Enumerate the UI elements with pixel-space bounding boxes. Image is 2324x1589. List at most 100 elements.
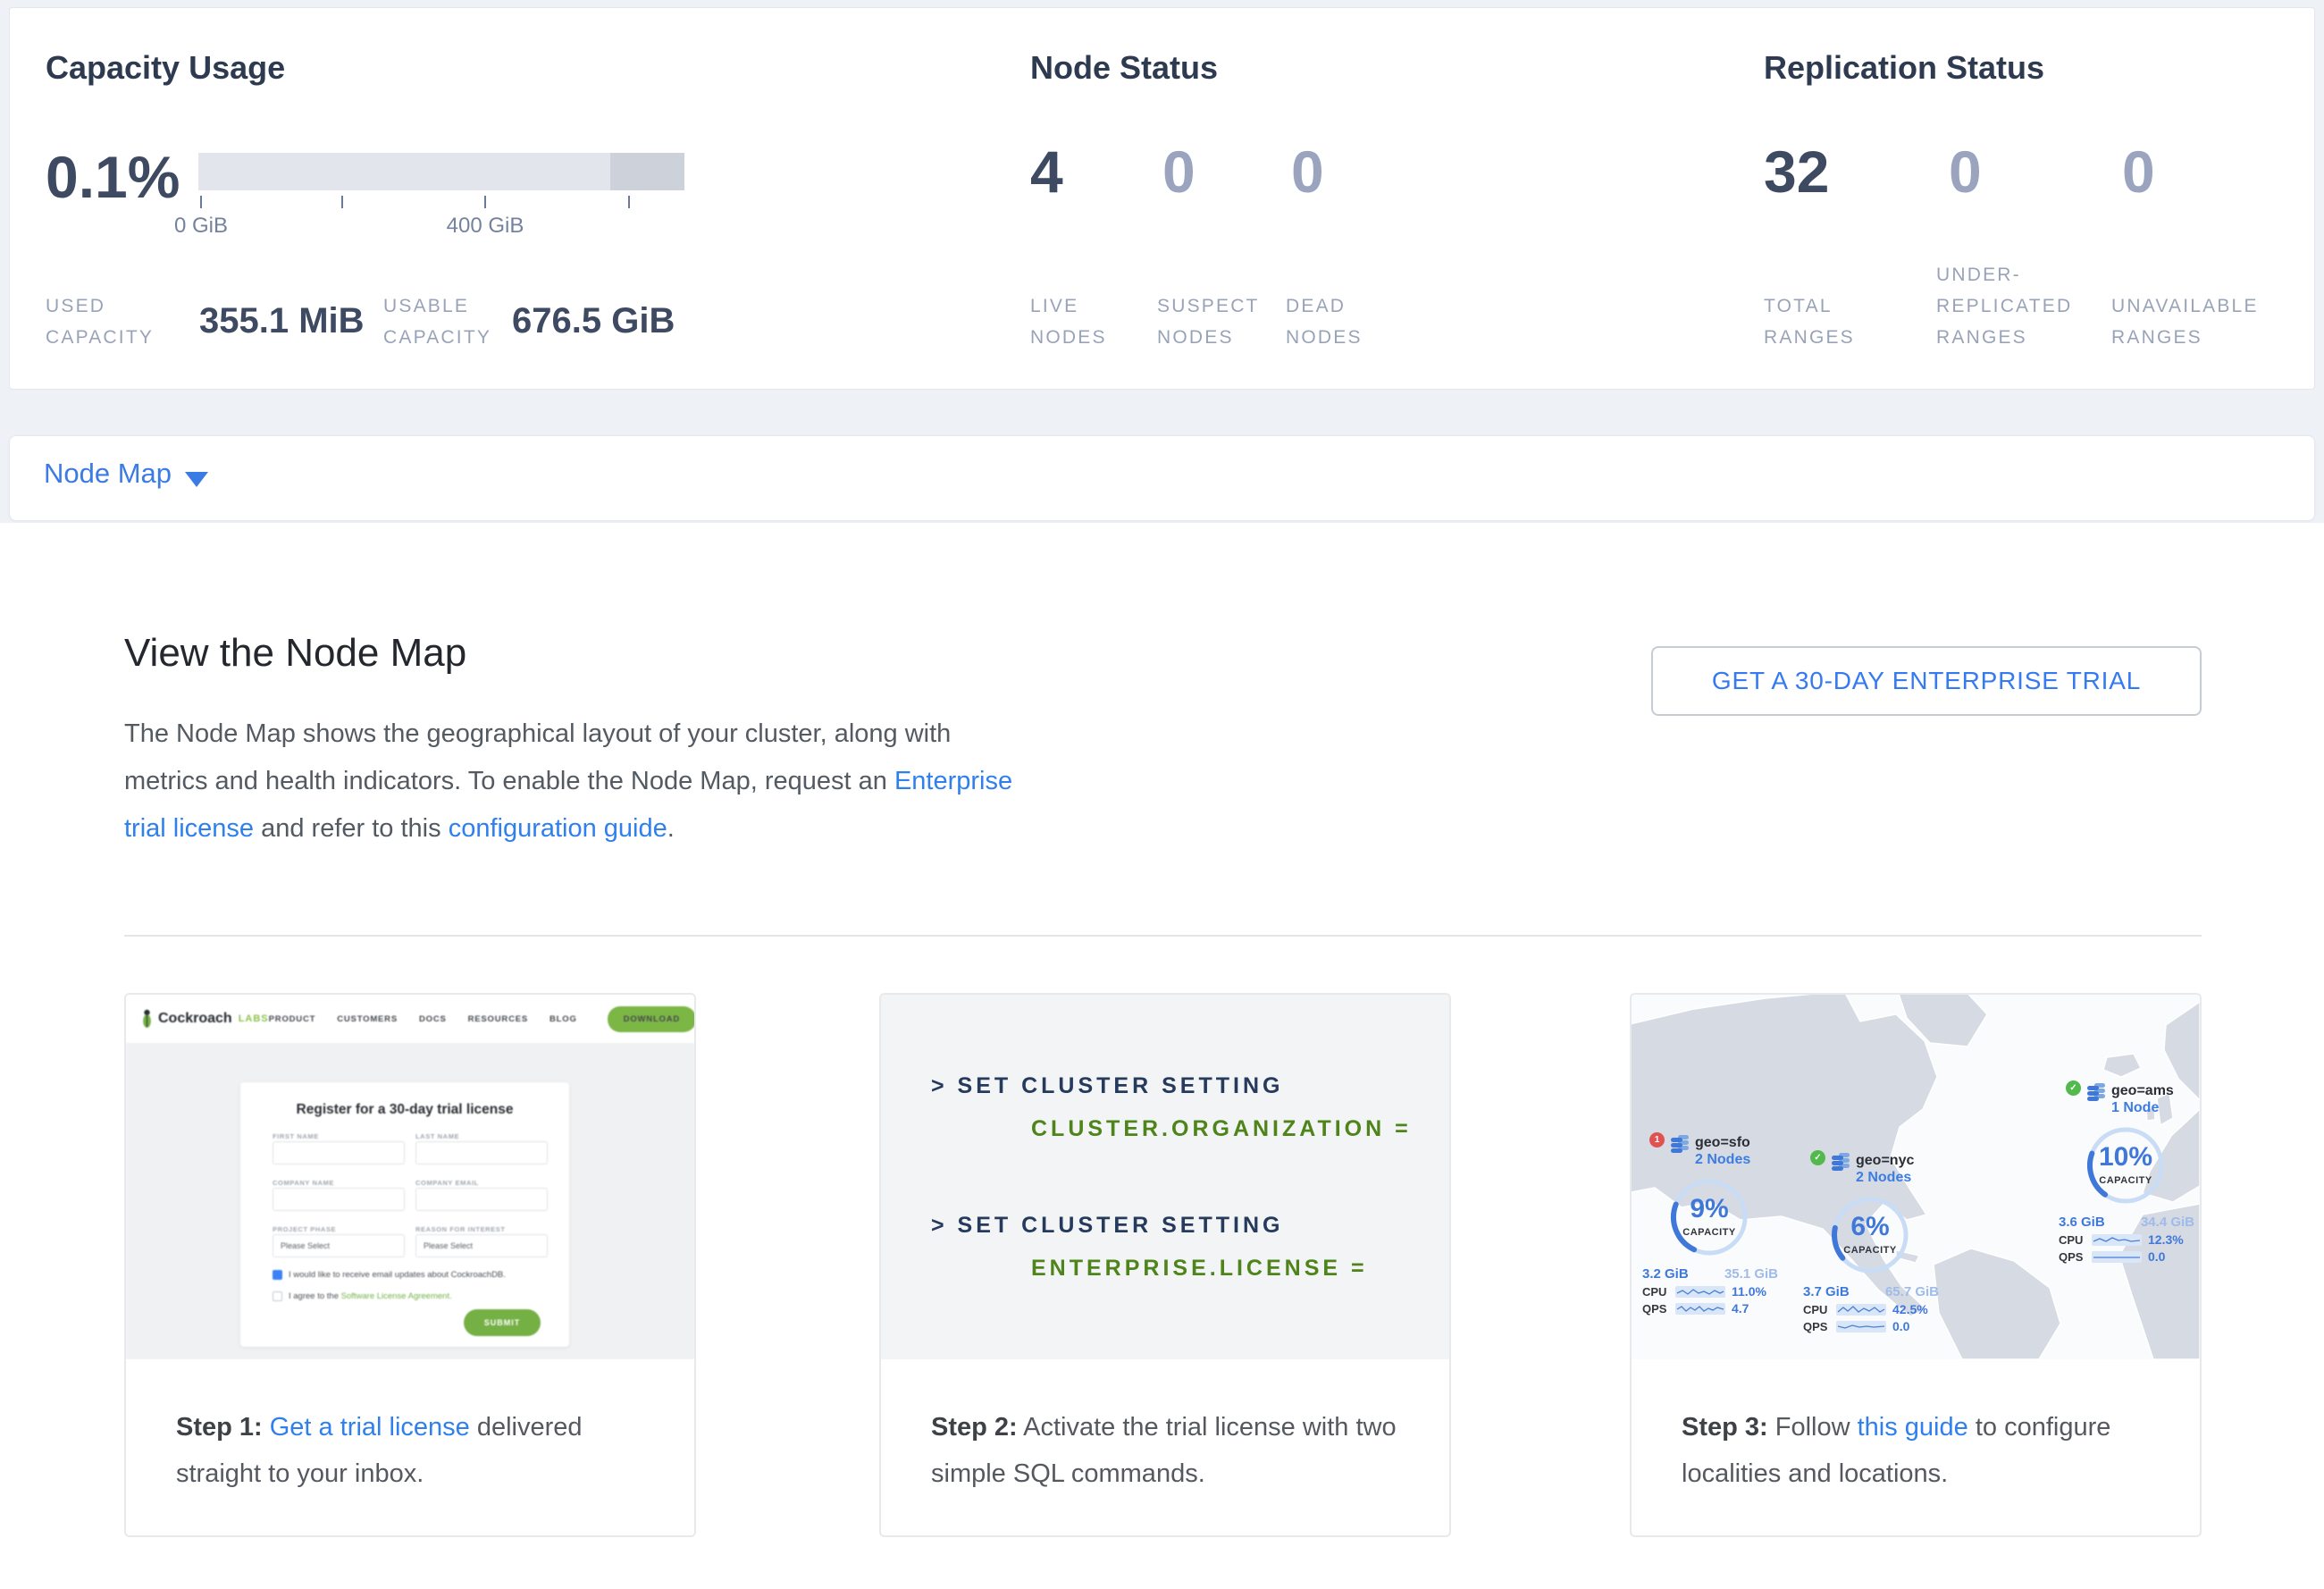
step3-caption: Step 3: Follow this guide to configure l… [1632,1359,2200,1535]
nav-item: BLOG [550,1014,577,1024]
total-ranges-label: TOTAL RANGES [1764,290,1855,353]
cockroach-labs-logo: Cockroach LABS [140,1009,269,1029]
locality-node-count: 1 Node [2111,1099,2174,1117]
unavailable-ranges-value: 0 [2122,142,2155,201]
db-stack-icon [1831,1152,1850,1172]
qps-sparkline-icon [2092,1251,2142,1263]
db-stack-icon [1670,1134,1690,1154]
db-stack-icon [2086,1082,2106,1102]
step-text: Follow [1768,1413,1858,1442]
submit-button: SUBMIT [464,1309,541,1336]
qps-sparkline-icon [1675,1303,1725,1315]
checkbox-label: I would like to receive email updates ab… [289,1270,506,1280]
reason-for-interest-select: Please Select [415,1234,548,1257]
download-button: DOWNLOAD [608,1006,694,1032]
usable-capacity-value: 676.5 GiB [512,301,675,341]
capacity-word: CAPACITY [1843,1245,1897,1256]
qps-sparkline-icon [1836,1321,1886,1333]
cluster-overview-page: Capacity Usage 0.1% 0 GiB 400 GiB USED C… [0,0,2324,1589]
locality-sfo: 1 geo=sfo 2 Nodes 9% CAPACI [1649,1134,1792,1316]
step2-card: > SET CLUSTER SETTING CLUSTER.ORGANIZATI… [879,993,1451,1537]
view-selector-dropdown[interactable]: Node Map [9,435,2315,521]
field-label: LAST NAME [415,1132,459,1140]
node-map-description: The Node Map shows the geographical layo… [124,710,1018,853]
qps-row: QPS 0.0 [2059,1249,2200,1264]
axis-tick [341,196,343,208]
field-label: COMPANY NAME [273,1179,334,1187]
step1-caption: Step 1: Get a trial license delivered st… [126,1359,694,1535]
site-header: Cockroach LABS PRODUCT CUSTOMERS DOCS RE… [126,995,694,1043]
cpu-value: 42.5% [1892,1302,1928,1316]
field-label: FIRST NAME [273,1132,319,1140]
cpu-sparkline-icon [1675,1286,1725,1298]
under-replicated-value: 0 [1949,142,1982,201]
page-title: View the Node Map [124,631,466,676]
section-divider [124,935,2202,937]
suspect-nodes-value: 0 [1162,142,1196,201]
email-updates-checkbox-row: I would like to receive email updates ab… [273,1270,506,1280]
dead-nodes-label: DEAD NODES [1286,290,1363,353]
sql-setting-name: ENTERPRISE.LICENSE = [1031,1256,1368,1282]
this-guide-link[interactable]: this guide [1858,1413,1968,1442]
cpu-sparkline-icon [1836,1304,1886,1316]
capacity-used-percent: 0.1% [46,147,180,206]
view-selector-label: Node Map [44,458,172,490]
qps-row: QPS 4.7 [1642,1301,1785,1316]
nav-item: DOCS [419,1014,447,1024]
replication-status-title: Replication Status [1764,49,2044,87]
field-label: COMPANY EMAIL [415,1179,479,1187]
capacity-usage-bar [198,153,684,190]
first-name-field [273,1141,405,1164]
check-badge-icon: ✓ [1810,1150,1825,1165]
dead-nodes-value: 0 [1291,142,1324,201]
cpu-row: CPU 42.5% [1803,1302,1946,1316]
step3-card: 1 geo=sfo 2 Nodes 9% CAPACI [1630,993,2202,1537]
under-replicated-label: UNDER- REPLICATED RANGES [1936,259,2072,353]
form-title: Register for a 30-day trial license [240,1102,569,1118]
step-number: Step 3: [1682,1413,1768,1442]
description-text: The Node Map shows the geographical layo… [124,719,951,795]
chevron-down-icon [185,472,208,487]
checkbox-label: I agree to the Software License Agreemen… [289,1291,452,1301]
sql-commands-thumbnail: > SET CLUSTER SETTING CLUSTER.ORGANIZATI… [881,995,1449,1359]
cpu-row: CPU 11.0% [1642,1284,1785,1299]
qps-value: 0.0 [2148,1249,2165,1264]
sql-setting-name: CLUSTER.ORGANIZATION = [1031,1116,1412,1142]
step-number: Step 2: [931,1413,1018,1442]
locality-nyc: ✓ geo=nyc 2 Nodes 6% CAPACI [1810,1152,1953,1333]
company-name-field [273,1188,405,1211]
license-agreement-checkbox-row: I agree to the Software License Agreemen… [273,1291,452,1301]
checkbox-checked-icon [273,1270,282,1280]
get-trial-license-link[interactable]: Get a trial license [270,1413,470,1442]
locality-node-count: 2 Nodes [1695,1151,1750,1169]
capacity-gauge: 10% CAPACITY [2068,1119,2184,1220]
locality-name: geo=ams [2111,1082,2174,1099]
capacity-word: CAPACITY [2099,1175,2152,1186]
nav-item: PRODUCT [269,1014,316,1024]
nav-item: RESOURCES [468,1014,528,1024]
get-enterprise-trial-button[interactable]: GET A 30-DAY ENTERPRISE TRIAL [1651,646,2202,716]
capacity-usage-title: Capacity Usage [46,49,285,87]
locality-name: geo=nyc [1856,1152,1914,1169]
live-nodes-label: LIVE NODES [1030,290,1107,353]
live-nodes-value: 4 [1030,142,1063,201]
capacity-gauge: 6% CAPACITY [1812,1189,1928,1290]
description-text: and refer to this [254,814,449,843]
locality-ams: ✓ geo=ams 1 Node 10% CAPACI [2066,1082,2200,1264]
project-phase-select: Please Select [273,1234,405,1257]
capacity-percent: 10% [2099,1142,2152,1172]
axis-tick [484,196,486,208]
cpu-value: 11.0% [1732,1284,1766,1299]
capacity-percent: 6% [1850,1212,1889,1241]
locality-name: geo=sfo [1695,1134,1750,1151]
step2-caption: Step 2: Activate the trial license with … [881,1359,1449,1535]
node-status-title: Node Status [1030,49,1218,87]
logo-suffix: LABS [239,1013,269,1024]
configuration-guide-link[interactable]: configuration guide [449,814,667,843]
license-agreement-link: Software License Agreement. [341,1291,452,1301]
capacity-gauge: 9% CAPACITY [1651,1171,1767,1272]
unavailable-ranges-label: UNAVAILABLE RANGES [2111,290,2259,353]
qps-value: 4.7 [1732,1301,1749,1316]
last-name-field [415,1141,548,1164]
capacity-word: CAPACITY [1682,1227,1736,1238]
